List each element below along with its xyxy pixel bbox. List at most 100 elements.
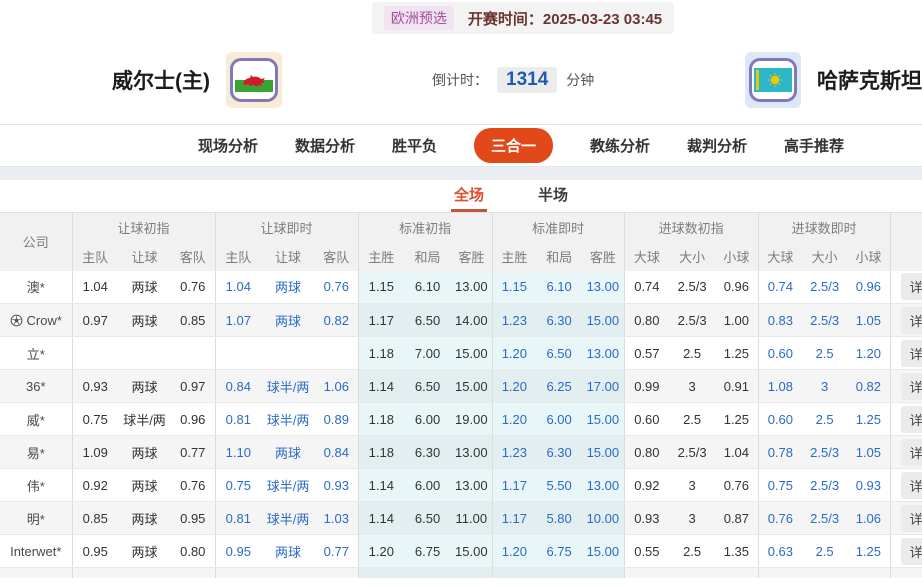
detail-cell: 详 [889,435,922,469]
odds-cell: 两球 [118,468,171,502]
detail-button[interactable]: 详 [900,306,922,334]
odds-cell [404,567,452,578]
odds-cell: 13.00 [451,435,493,469]
col-header-company: 公司 [0,212,72,271]
detail-button[interactable]: 详 [900,405,922,433]
nav-tab-1[interactable]: 现场分析 [198,135,258,156]
odds-cell: 6.50 [404,369,452,403]
odds-cell: 13.00 [451,270,493,304]
detail-cell: 详 [889,402,922,436]
odds-cell: 0.95 [214,534,262,568]
nav-tab-4[interactable]: 三合一 [473,128,553,163]
detail-button[interactable]: 详 [900,537,922,565]
nav-tab-6[interactable]: 裁判分析 [687,135,747,156]
nav-tab-3[interactable]: 胜平负 [392,135,437,156]
odds-cell: 10.00 [582,501,625,535]
odds-cell: 2.5/3 [802,270,848,304]
table-row: 易* 1.09 两球 0.77 1.10 两球 0.84 1.18 6.30 13.00 1.23 6… [0,435,922,469]
detail-button[interactable]: 详 [900,504,922,532]
odds-cell: 1.04 [71,270,118,304]
odds-cell: 1.23 [491,303,537,337]
odds-cell: 0.80 [623,303,670,337]
sub-header: 客队 [171,241,216,271]
detail-button[interactable]: 详 [900,372,922,400]
scope-tabs: 全场 半场 [0,180,922,212]
odds-cell: 0.87 [715,501,759,535]
odds-cell [715,567,759,578]
odds-cell: 6.50 [404,303,452,337]
detail-button[interactable]: 详 [900,273,922,301]
odds-cell: 0.97 [71,303,118,337]
odds-cell: 1.20 [491,336,537,370]
table-row: 威* 0.75 球半/两 0.96 0.81 球半/两 0.89 1.18 6.00 19.00 1… [0,402,922,436]
odds-cell [451,567,493,578]
odds-cell: 2.5/3 [669,435,716,469]
odds-cell: 0.81 [214,501,262,535]
odds-cell: 0.82 [315,303,359,337]
odds-cell: 0.76 [715,468,759,502]
odds-cell: 两球 [118,303,171,337]
odds-cell: 13.00 [451,468,493,502]
odds-cell: 15.00 [582,402,625,436]
odds-cell: 两球 [261,435,316,469]
scope-tab-2[interactable]: 半场 [535,184,571,212]
table-row: Interwet* 0.95 两球 0.80 0.95 两球 0.77 1.20 6.75 15.… [0,534,922,568]
match-meta-bar: 欧洲预选 开赛时间：2025-03-23 03:45 [0,0,922,36]
odds-cell: 2.5/3 [802,468,848,502]
odds-cell: 15.00 [582,303,625,337]
scope-tab-1[interactable]: 全场 [450,184,487,212]
league-badge[interactable]: 欧洲预选 [383,6,454,30]
kickoff-value: 2025-03-23 03:45 [542,10,663,28]
nav-tab-5[interactable]: 教练分析 [590,135,650,156]
odds-cell: 15.00 [451,369,493,403]
odds-cell: 1.05 [847,303,891,337]
odds-cell: 0.95 [71,534,118,568]
table-row: 伟* 0.92 两球 0.76 0.75 球半/两 0.93 1.14 6.00 13.00 1.1… [0,468,922,502]
odds-cell: 1.05 [847,435,891,469]
odds-cell: 14.00 [451,303,493,337]
table-row-partial [0,567,922,578]
odds-cell: 6.25 [536,369,583,403]
sub-header: 主队 [214,241,262,271]
detail-button[interactable]: 详 [900,438,922,466]
odds-cell: 1.14 [357,468,405,502]
group-header-1: 让球初指 [71,212,216,242]
sub-header: 客胜 [582,241,625,271]
odds-cell: 1.23 [491,435,537,469]
nav-tab-7[interactable]: 高手推荐 [784,135,844,156]
detail-cell: 详 [889,336,922,370]
odds-cell [536,567,583,578]
odds-cell: 1.20 [491,402,537,436]
odds-cell [261,567,316,578]
away-team-name: 哈萨克斯坦 [817,70,922,93]
odds-cell: 0.93 [847,468,891,502]
odds-cell: 球半/两 [261,369,316,403]
odds-cell [582,567,625,578]
sub-header: 和局 [404,241,452,271]
odds-cell: 0.57 [623,336,670,370]
odds-table: 公司 让球初指 让球即时 标准初指 标准即时 进球数初指 进球数即时 主队 让球 客队 主队 让球 客队… [0,212,922,578]
nav-tabs: 现场分析 数据分析 胜平负 三合一 教练分析 裁判分析 高手推荐 [0,124,922,167]
odds-cell: 0.76 [757,501,803,535]
odds-cell: 13.00 [582,336,625,370]
detail-button[interactable]: 详 [900,339,922,367]
odds-cell: 0.92 [71,468,118,502]
nav-tab-2[interactable]: 数据分析 [295,135,355,156]
detail-cell: 详 [889,501,922,535]
odds-cell: 15.00 [582,534,625,568]
away-team: 哈萨克斯坦 [745,52,922,108]
sub-header: 小球 [715,241,759,271]
detail-button[interactable]: 详 [900,471,922,499]
odds-cell: 6.30 [404,435,452,469]
odds-cell: 0.96 [847,270,891,304]
odds-cell: 0.85 [71,501,118,535]
countdown-value: 1314 [497,67,558,93]
odds-cell: 2.5 [669,336,716,370]
table-row: 明* 0.85 两球 0.95 0.81 球半/两 1.03 1.14 6.50 11.00 1.1… [0,501,922,535]
odds-cell: 1.15 [357,270,405,304]
odds-cell: 2.5/3 [669,303,716,337]
odds-cell: 1.15 [491,270,537,304]
company-name: Crow* [0,303,72,337]
odds-cell: 19.00 [451,402,493,436]
sub-header: 大小 [669,241,716,271]
